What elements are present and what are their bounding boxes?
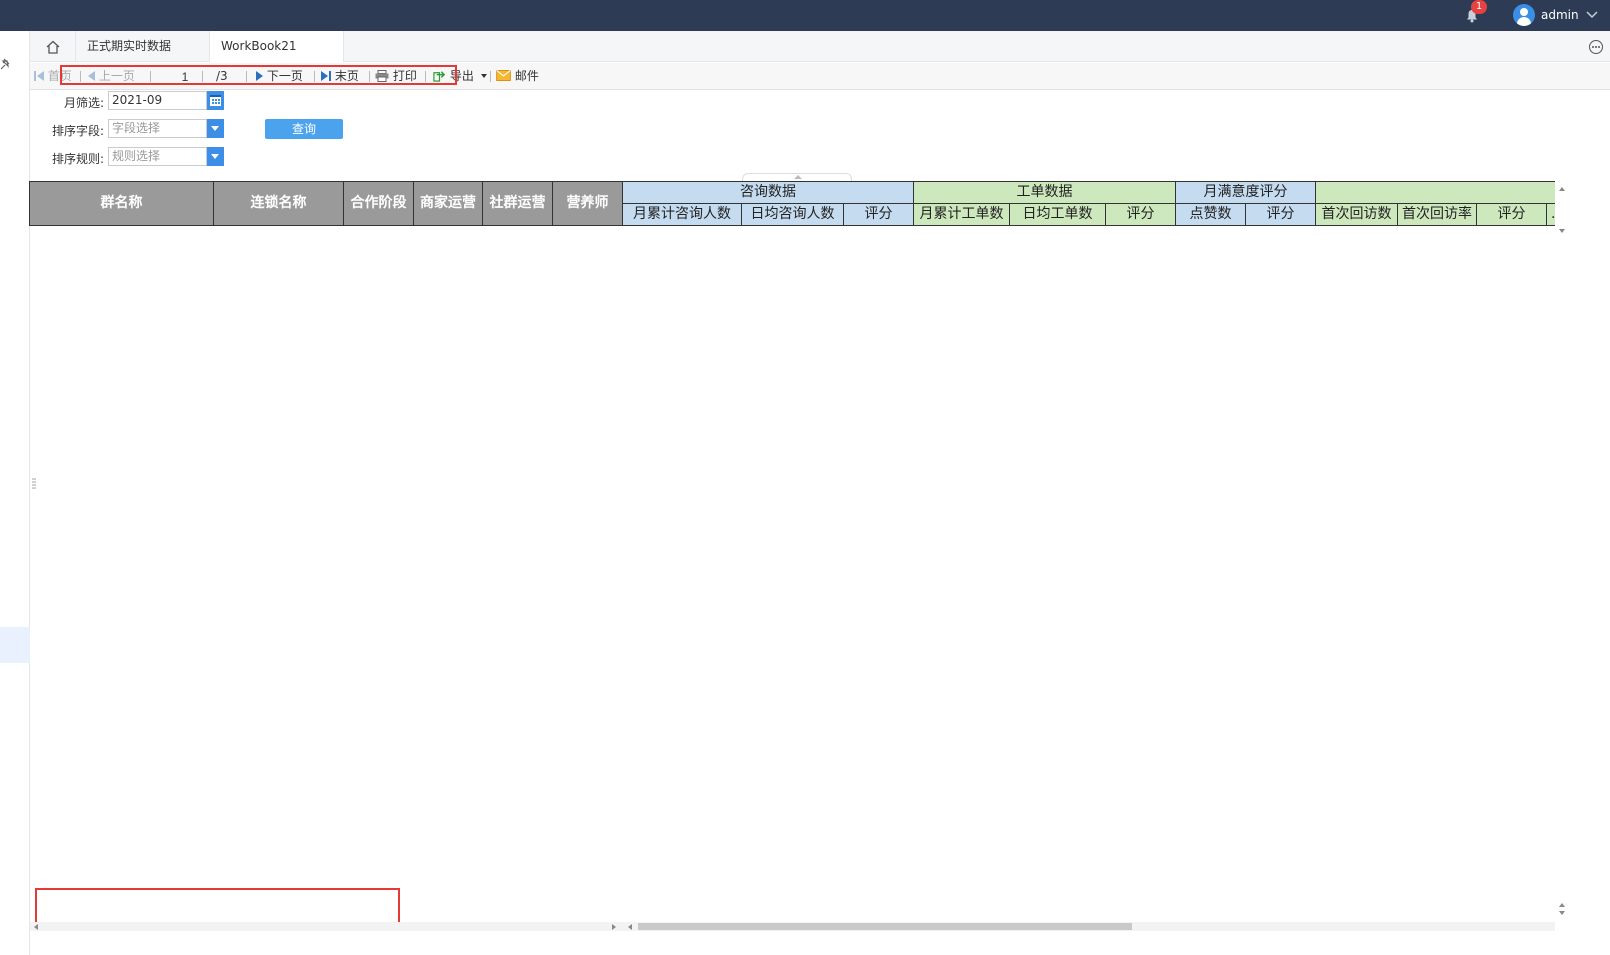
tab-workbook21[interactable]: WorkBook21 xyxy=(210,31,344,62)
first-page-icon xyxy=(34,71,36,81)
email-button[interactable]: 邮件 xyxy=(496,63,539,90)
chevron-up-icon xyxy=(794,175,802,179)
sort-rule-select[interactable]: 规则选择 xyxy=(108,147,207,166)
scroll-left-main-icon[interactable] xyxy=(628,924,632,930)
horizontal-scroll-thumb[interactable] xyxy=(638,923,1132,930)
chevron-down-icon xyxy=(211,126,219,131)
header-first-revisit-rate[interactable]: 首次回访率 xyxy=(1398,204,1477,226)
header-satisfaction-score[interactable]: 评分 xyxy=(1246,204,1316,226)
tab-home[interactable] xyxy=(30,31,76,62)
header-ticket-score[interactable]: 评分 xyxy=(1106,204,1176,226)
top-navbar: 1 admin xyxy=(0,0,1610,31)
scroll-down-icon[interactable] xyxy=(1559,229,1565,233)
header-daily-consultations[interactable]: 日均咨询人数 xyxy=(742,204,844,226)
sidebar-active-item[interactable] xyxy=(0,627,30,663)
calendar-button[interactable] xyxy=(207,91,224,110)
header-group-name[interactable]: 群名称 xyxy=(30,182,214,226)
tab-realtime-data[interactable]: 正式期实时数据 xyxy=(76,31,210,62)
header-community-ops[interactable]: 社群运营 xyxy=(483,182,553,226)
more-options-icon[interactable] xyxy=(1589,40,1603,54)
horizontal-scrollbar[interactable] xyxy=(30,922,1555,931)
user-menu[interactable]: admin xyxy=(1513,2,1599,28)
scroll-right-frozen-icon[interactable] xyxy=(612,924,616,930)
query-button[interactable]: 查询 xyxy=(265,119,343,139)
sort-field-select[interactable]: 字段选择 xyxy=(108,119,207,138)
tab-bar: 正式期实时数据 WorkBook21 xyxy=(30,31,1610,62)
calendar-icon xyxy=(210,95,221,106)
sort-field-dropdown-button[interactable] xyxy=(207,119,224,138)
scroll-up-icon[interactable] xyxy=(1559,187,1565,191)
notification-badge: 1 xyxy=(1471,0,1487,14)
header-cooperation-stage[interactable]: 合作阶段 xyxy=(344,182,414,226)
resize-handle[interactable] xyxy=(32,477,36,491)
toolbar-highlight-box xyxy=(60,65,457,85)
month-filter-input[interactable]: 2021-09 xyxy=(108,91,207,110)
bottom-highlight-box xyxy=(35,888,400,924)
header-group-satisfaction[interactable]: 月满意度评分 xyxy=(1176,182,1316,204)
scroll-down-bottom-icon[interactable] xyxy=(1559,911,1565,915)
header-consultation-score[interactable]: 评分 xyxy=(844,204,914,226)
collapse-filter-toggle[interactable] xyxy=(742,173,852,181)
avatar xyxy=(1513,4,1535,26)
scroll-left-icon[interactable] xyxy=(34,924,38,930)
sort-rule-label: 排序规则: xyxy=(51,152,104,166)
username: admin xyxy=(1541,8,1579,22)
scroll-up-bottom-icon[interactable] xyxy=(1559,903,1565,907)
header-chain-name[interactable]: 连锁名称 xyxy=(214,182,344,226)
envelope-icon xyxy=(496,70,511,81)
header-group-tickets[interactable]: 工单数据 xyxy=(914,182,1176,204)
caret-down-icon xyxy=(480,74,487,78)
month-filter-label: 月筛选: xyxy=(63,96,104,110)
header-revisit-score[interactable]: 评分 xyxy=(1477,204,1547,226)
header-merchant-ops[interactable]: 商家运营 xyxy=(414,182,483,226)
report-table-header: 群名称 连锁名称 合作阶段 商家运营 社群运营 营养师 咨询数据 月累计咨询人数… xyxy=(29,181,1555,226)
sort-field-label: 排序字段: xyxy=(51,124,104,138)
vertical-scrollbar[interactable] xyxy=(1555,181,1570,921)
header-likes[interactable]: 点赞数 xyxy=(1176,204,1246,226)
header-group-revisit[interactable] xyxy=(1316,182,1555,204)
header-daily-tickets[interactable]: 日均工单数 xyxy=(1010,204,1106,226)
left-sidebar xyxy=(0,31,30,955)
chevron-down-icon xyxy=(211,154,219,159)
sort-rule-dropdown-button[interactable] xyxy=(207,147,224,166)
header-monthly-tickets[interactable]: 月累计工单数 xyxy=(914,204,1010,226)
pin-icon[interactable] xyxy=(0,57,12,71)
email-label: 邮件 xyxy=(514,69,539,83)
header-first-revisit-count[interactable]: 首次回访数 xyxy=(1316,204,1398,226)
header-monthly-consultations[interactable]: 月累计咨询人数 xyxy=(623,204,742,226)
header-nutritionist[interactable]: 营养师 xyxy=(553,182,623,226)
header-group-consultation[interactable]: 咨询数据 xyxy=(623,182,914,204)
chevron-down-icon xyxy=(1586,11,1598,19)
home-icon xyxy=(46,40,60,54)
header-more-column[interactable]: ... xyxy=(1547,204,1555,226)
